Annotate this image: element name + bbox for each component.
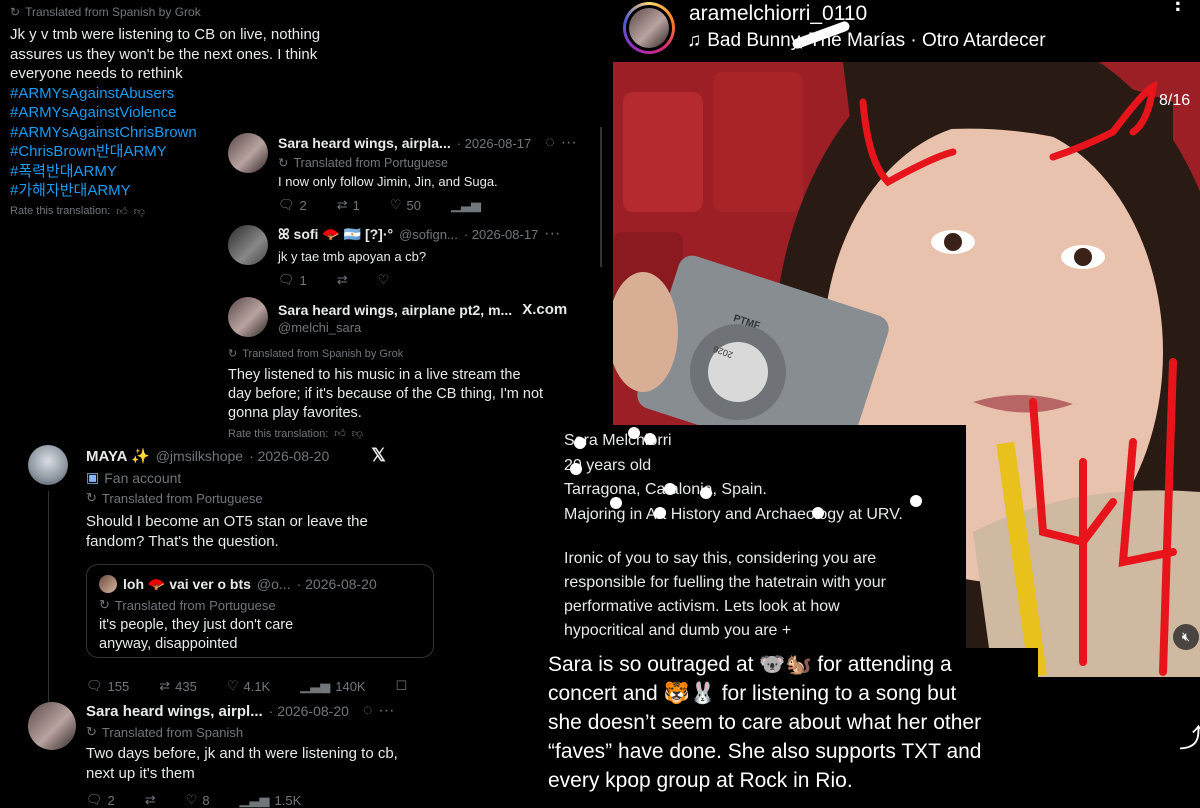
- bio-paragraph: Ironic of you to say this, considering y…: [564, 550, 886, 639]
- retweet-icon: ⇄: [159, 678, 171, 693]
- heart-icon: ♡: [226, 678, 239, 693]
- avatar: [99, 575, 117, 593]
- redaction-dot: [574, 437, 586, 449]
- caption-line: every kpop group at Rock in Rio.: [548, 769, 853, 792]
- retweet-button[interactable]: ⇄: [145, 792, 156, 808]
- views-button[interactable]: ▁▃▅ 140K: [300, 678, 365, 694]
- thumbs-down-icon[interactable]: 👎︎: [352, 427, 363, 440]
- translate-icon: ↻: [228, 348, 238, 360]
- mute-button[interactable]: 🔇︎: [1173, 624, 1199, 650]
- hashtag[interactable]: #ARMYsAgainstViolence: [10, 103, 610, 123]
- caption-line: concert and 🐯🐰 for listening to a song b…: [548, 682, 957, 705]
- heart-icon: ♡: [389, 197, 402, 212]
- retweet-icon: ⇄: [336, 272, 348, 287]
- reply-button[interactable]: 🗨︎ 1: [278, 272, 307, 288]
- thumbs-up-icon[interactable]: 👍︎: [116, 205, 128, 218]
- translate-icon: ↻: [86, 490, 97, 505]
- caption-line: Sara is so outraged at 🐨🐿️ for attending…: [548, 653, 952, 676]
- heart-icon: ♡: [185, 792, 198, 807]
- views-icon: ▁▃▅: [239, 792, 270, 807]
- avatar[interactable]: [228, 297, 268, 337]
- redaction-dot: [610, 497, 622, 509]
- fan-account-icon: ▣: [86, 469, 100, 485]
- reply-thread: Sara heard wings, airpla... · 2026-08-17…: [220, 125, 610, 445]
- avatar[interactable]: [228, 133, 268, 173]
- story-counter: 8/16: [1159, 92, 1191, 109]
- retweet-icon: ⇄: [336, 197, 348, 212]
- bookmark-button[interactable]: ☐: [396, 678, 408, 694]
- redaction-dot: [812, 507, 824, 519]
- retweet-icon: ⇄: [144, 792, 156, 807]
- grok-icon: ◌: [545, 134, 555, 151]
- story-header: aramelchiorri_0110 ♫ Bad Bunny, The Marí…: [613, 0, 1200, 62]
- quoted-tweet[interactable]: loh 🪭 vai ver o bts @o... · 2026-08-20 ↻…: [86, 564, 434, 658]
- views-icon: ▁▃▅: [300, 678, 331, 693]
- translate-icon: ↻: [99, 597, 110, 612]
- retweet-button[interactable]: ⇄: [337, 272, 348, 288]
- redaction-dot: [700, 487, 712, 499]
- reply-button[interactable]: 🗨︎ 155: [86, 678, 129, 694]
- caption-box: Sara is so outraged at 🐨🐿️ for attending…: [538, 648, 1038, 799]
- translate-icon: ↻: [278, 156, 289, 170]
- like-button[interactable]: ♡ 4.1K: [227, 678, 270, 694]
- translate-icon: ↻: [86, 724, 97, 739]
- hashtag[interactable]: #ARMYsAgainstAbusers: [10, 84, 610, 104]
- reply-button[interactable]: 🗨︎ 2: [86, 792, 115, 808]
- redaction-dot: [644, 433, 656, 445]
- x-logo-icon: 𝕏: [371, 445, 386, 465]
- reply-icon: 🗨︎: [86, 792, 103, 807]
- redaction-dot: [654, 507, 666, 519]
- redaction-dot: [628, 427, 640, 439]
- caption-line: she doesn’t seem to care about what her …: [548, 711, 982, 734]
- reply-icon: 🗨︎: [86, 678, 103, 693]
- rate-translation: Rate this translation: 👍︎ 👎︎: [228, 427, 363, 441]
- retweet-button[interactable]: ⇄ 435: [159, 678, 197, 694]
- bookmark-icon: ☐: [395, 678, 408, 693]
- more-icon[interactable]: ···: [378, 702, 394, 720]
- like-button[interactable]: ♡ 8: [186, 792, 210, 808]
- thumbs-down-icon[interactable]: 👎︎: [134, 205, 145, 218]
- story-avatar[interactable]: [623, 2, 675, 54]
- share-icon[interactable]: ⤴: [1179, 718, 1200, 755]
- bio-age: 20 years old: [564, 456, 652, 474]
- translated-label: ↻ Translated from Spanish by Grok: [10, 5, 201, 19]
- reply-button[interactable]: 🗨︎ 2: [278, 197, 307, 213]
- caption-line: “faves” have done. She also supports TXT…: [548, 740, 982, 763]
- redaction-dot: [910, 495, 922, 507]
- bio-name: Sara Melchiorri: [564, 432, 672, 449]
- views-icon: ▁▃▅: [451, 197, 482, 212]
- avatar[interactable]: [28, 445, 68, 485]
- like-button[interactable]: ♡ 50: [390, 197, 421, 213]
- retweet-button[interactable]: ⇄ 1: [337, 197, 360, 213]
- heart-icon: ♡: [377, 272, 390, 287]
- thread-line: [48, 491, 49, 729]
- views-button[interactable]: ▁▃▅: [451, 197, 481, 213]
- bio-panel: Sara Melchiorri 20 years old Tarragona, …: [548, 425, 966, 651]
- more-icon[interactable]: ···: [544, 225, 560, 243]
- translate-icon: ↻: [10, 5, 21, 19]
- reply-icon: 🗨︎: [278, 197, 295, 212]
- bio-details: Sara Melchiorri 20 years old Tarragona, …: [564, 429, 903, 527]
- muted-speaker-icon: 🔇︎: [1181, 629, 1191, 644]
- redaction-dot: [570, 463, 582, 475]
- avatar[interactable]: [28, 702, 76, 750]
- views-button[interactable]: ▁▃▅ 1.5K: [240, 792, 302, 808]
- avatar[interactable]: [228, 225, 268, 265]
- x-logo-label: X.com: [522, 301, 568, 318]
- story-music[interactable]: Bad Bunny, The Marías · Otro Atardecer: [707, 30, 1045, 52]
- scrollbar[interactable]: [600, 127, 602, 267]
- thumbs-up-icon[interactable]: 👍︎: [334, 427, 346, 440]
- more-icon[interactable]: ···: [561, 134, 577, 152]
- reply-icon: 🗨︎: [278, 272, 295, 287]
- music-note-icon: ♫: [687, 30, 702, 51]
- grok-icon: ◌: [362, 702, 373, 719]
- more-icon[interactable]: ⠇: [1173, 0, 1189, 17]
- redaction-dot: [664, 483, 676, 495]
- like-button[interactable]: ♡: [378, 272, 390, 288]
